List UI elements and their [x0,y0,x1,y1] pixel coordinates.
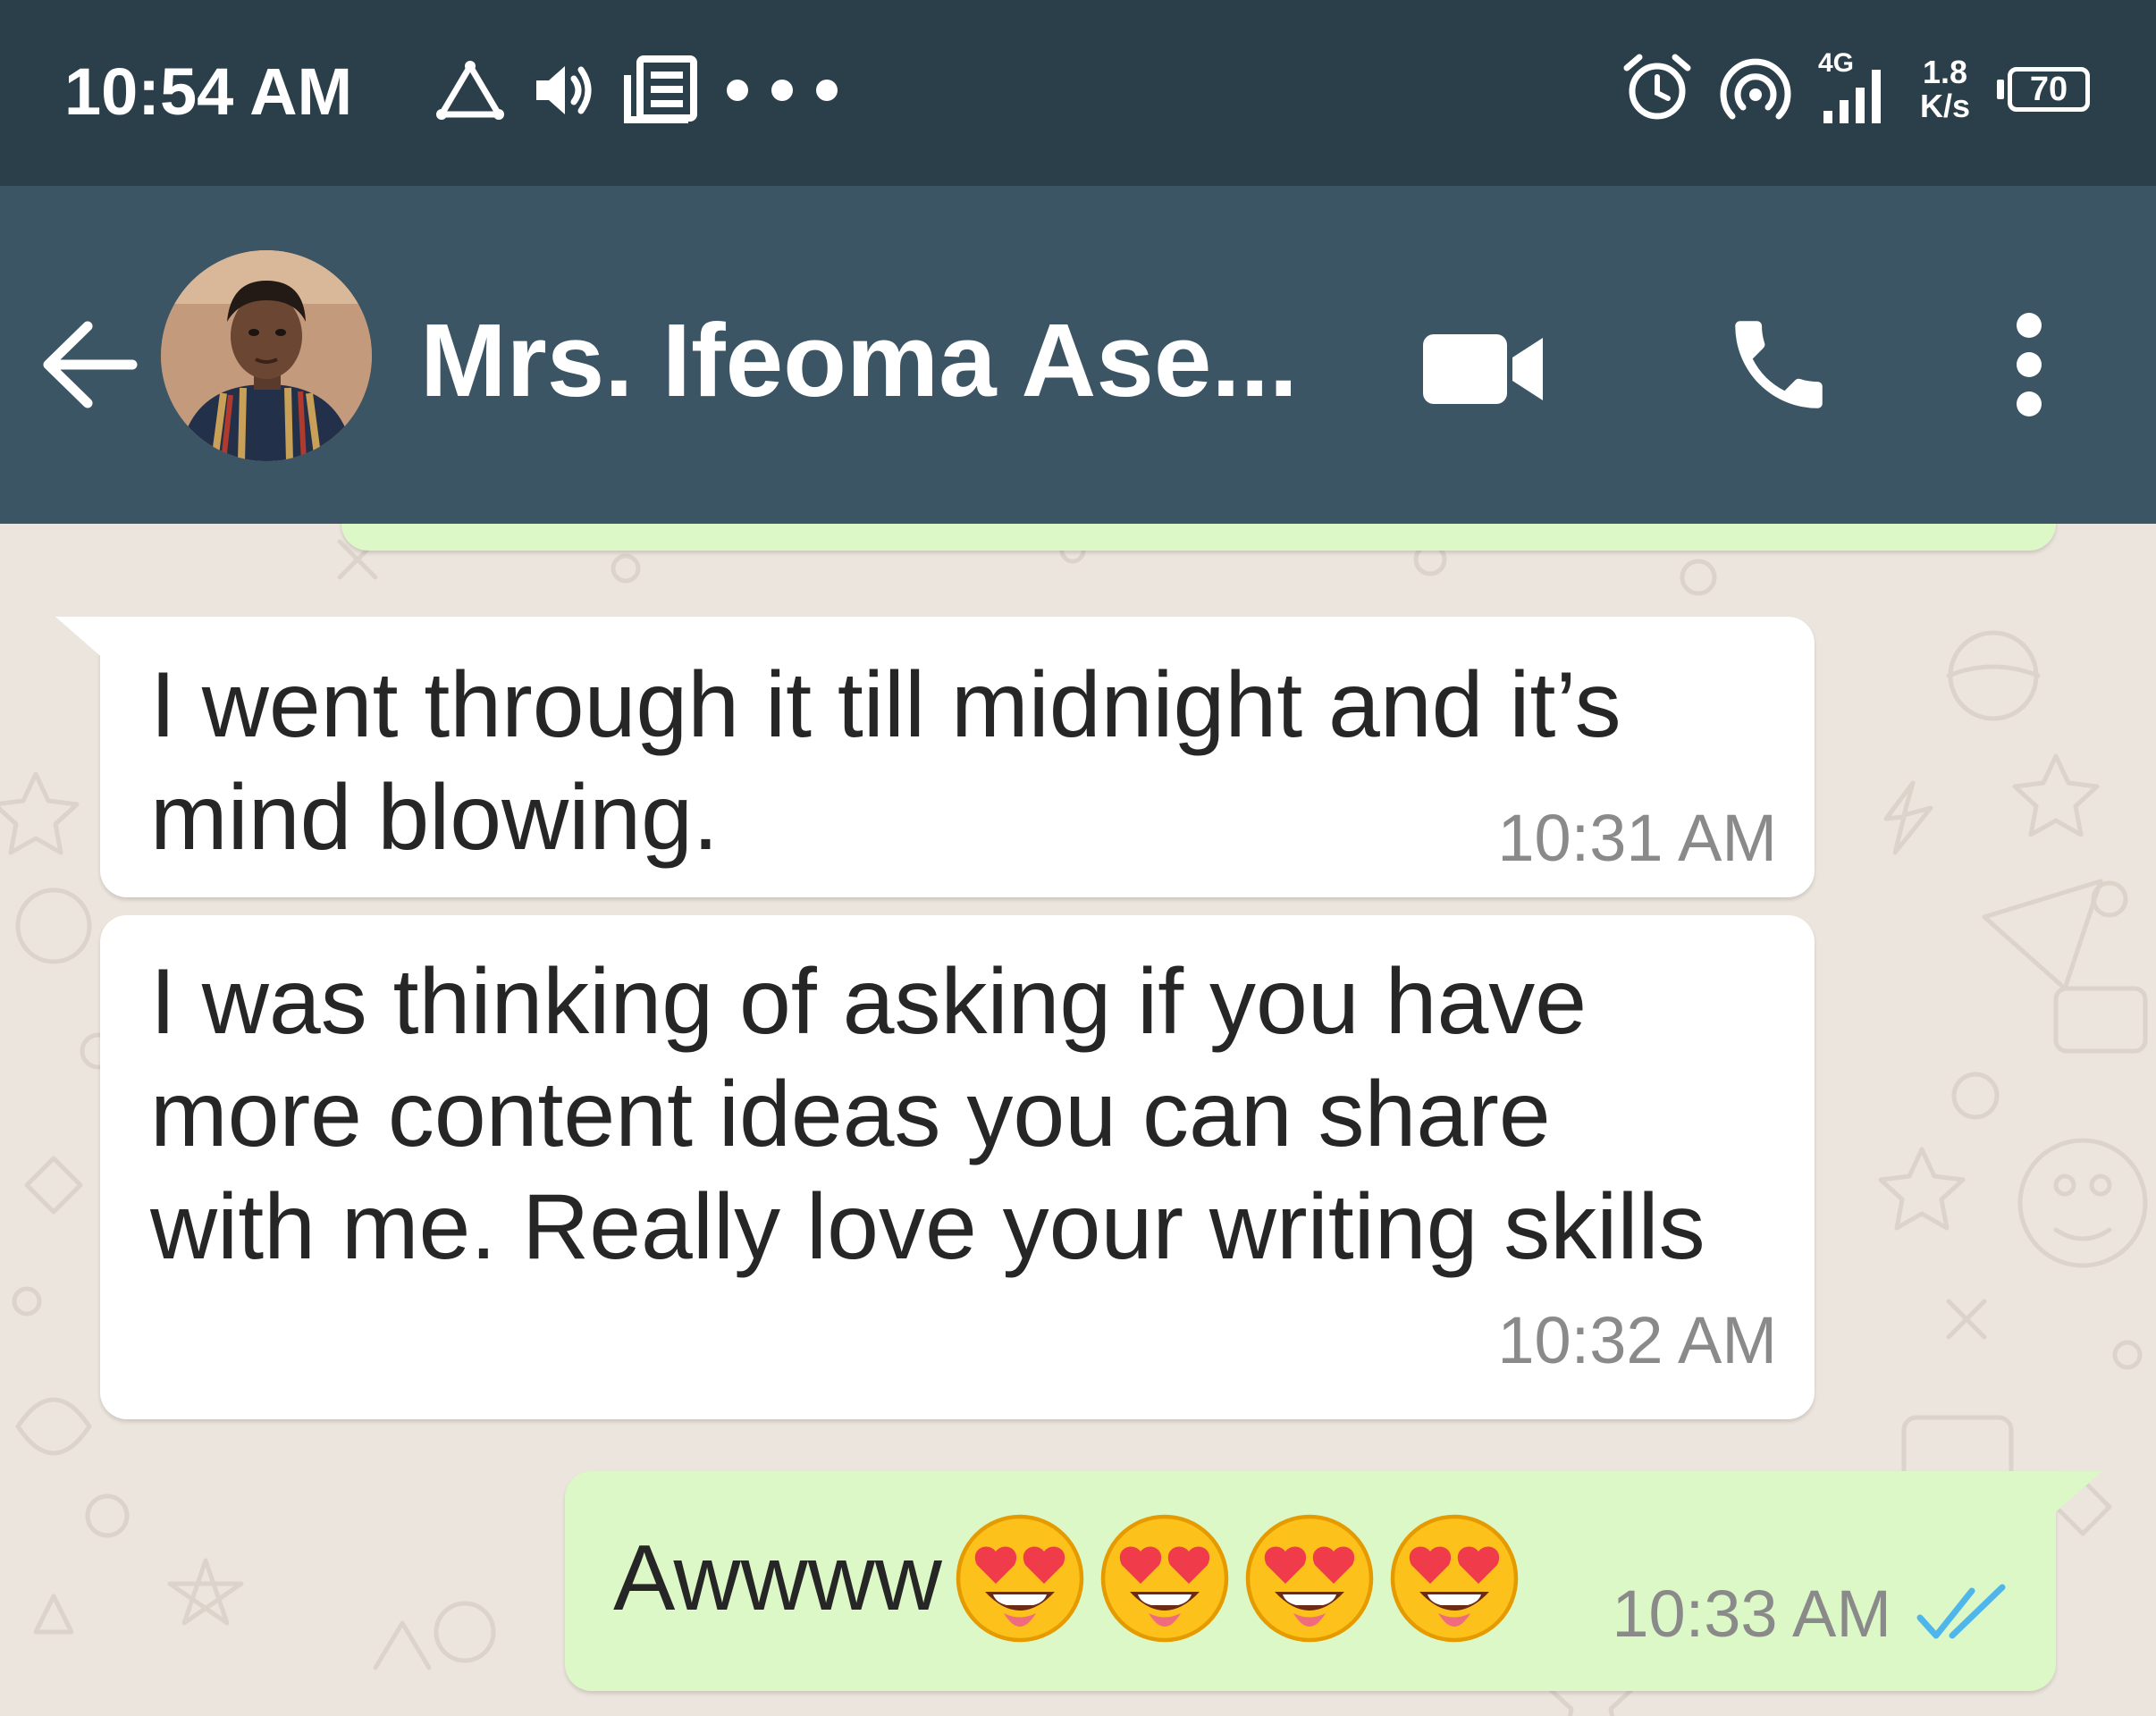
message-text: Awwww [613,1507,1521,1650]
chat-header: Mrs. Ifeoma Ase... [0,186,2156,524]
heart-eyes-emoji [1245,1514,1374,1643]
message-line: I was thinking of asking if you have [150,950,1588,1054]
video-call-icon [1423,334,1543,404]
triangle-notification-icon [434,59,506,126]
message-timestamp: 10:33 AM [1612,1577,1891,1651]
status-system-icons: 4G 1.8 K/s 70 [1621,45,2090,134]
bubble-tail [55,617,127,679]
battery-icon: 70 [1997,67,2090,112]
heart-eyes-emoji [956,1514,1084,1643]
message-bubble-outgoing-partial[interactable] [341,524,2056,551]
network-speed: 1.8 K/s [1920,55,1970,123]
chat-area[interactable]: I went through it till midnight and it’s… [0,524,2156,1716]
bubble-tail [2031,1471,2102,1534]
back-button[interactable] [36,302,143,427]
signal-4g-icon: 4G [1818,48,1893,127]
contact-avatar[interactable] [161,250,372,461]
status-notifications [434,52,840,132]
phone-icon [1735,321,1823,408]
message-line: more content ideas you can share [150,1063,1551,1166]
more-notifications-icon [724,77,840,108]
message-timestamp: 10:31 AM [1497,801,1777,875]
status-bar: 10:54 AM 4G 1.8 K/s 70 [0,0,2156,186]
net-speed-value: 1.8 [1922,54,1967,90]
status-time: 10:54 AM [64,55,353,129]
alarm-icon [1621,52,1693,128]
message-bubble-incoming[interactable]: I was thinking of asking if you have mor… [100,915,1815,1419]
message-line: with me. Really love your writing skills [150,1175,1705,1279]
message-timestamp: 10:32 AM [1497,1303,1777,1377]
message-line: I went through it till midnight and it’s [150,653,1621,757]
message-bubble-outgoing[interactable]: Awwww 10:33 AM [565,1471,2102,1691]
news-icon [622,55,699,130]
more-options-button[interactable] [1980,293,2078,436]
read-receipt-icon [1916,1584,2006,1639]
heart-eyes-emoji [1390,1514,1519,1643]
hotspot-icon [1720,52,1791,128]
net-speed-unit: K/s [1919,88,1970,124]
contact-name[interactable]: Mrs. Ifeoma Ase... [420,293,1323,427]
message-text-content: Awwww [613,1527,942,1630]
video-call-button[interactable] [1412,311,1555,427]
message-bubble-incoming[interactable]: I went through it till midnight and it’s… [55,617,1815,897]
message-line: mind blowing. [150,766,719,870]
voice-call-button[interactable] [1707,293,1850,436]
heart-eyes-emoji [1100,1514,1229,1643]
battery-level: 70 [2029,70,2068,108]
back-arrow-icon [43,321,138,408]
volume-icon [531,59,597,126]
more-vert-icon [2017,313,2042,416]
